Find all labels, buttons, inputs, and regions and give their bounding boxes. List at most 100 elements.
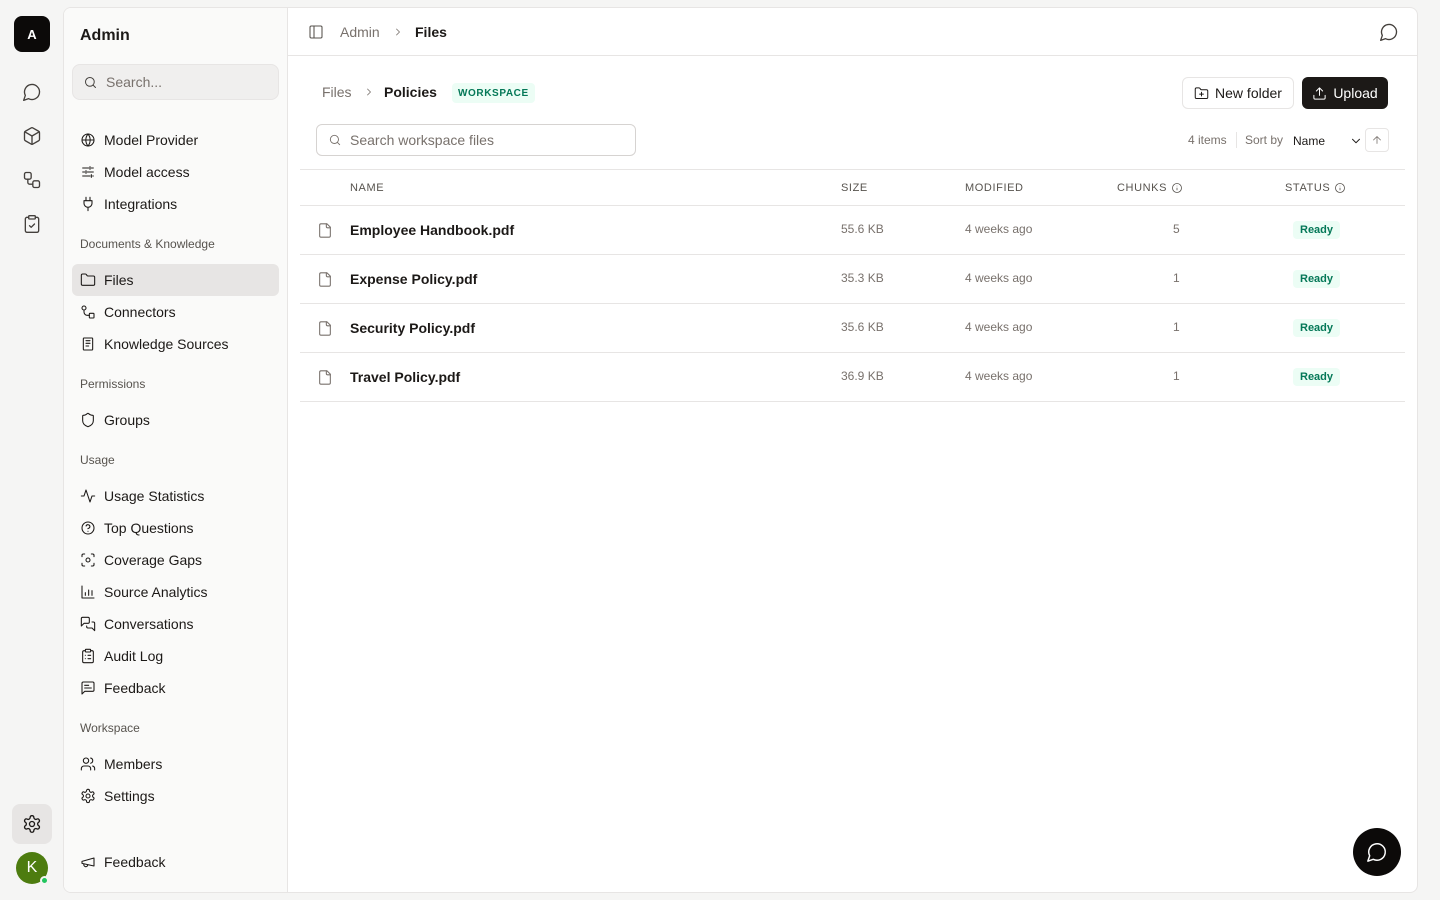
sidebar-item-top-questions[interactable]: Top Questions — [72, 512, 279, 544]
sidebar-item-groups[interactable]: Groups — [72, 404, 279, 436]
sidebar-item-label: Members — [104, 756, 163, 772]
settings-gear-icon[interactable] — [12, 804, 52, 844]
user-avatar[interactable]: K — [16, 852, 49, 885]
sort-direction-button[interactable] — [1365, 128, 1389, 152]
workflow-icon[interactable] — [12, 160, 52, 200]
info-icon[interactable] — [1334, 182, 1346, 194]
sidebar-item-model-provider[interactable]: Model Provider — [72, 124, 279, 156]
column-header-chunks[interactable]: CHUNKS — [1117, 182, 1183, 194]
sidebar-title: Admin — [80, 27, 130, 44]
table-row[interactable]: Security Policy.pdf 35.6 KB 4 weeks ago … — [300, 304, 1405, 353]
chat-icon[interactable] — [12, 72, 52, 112]
sidebar-item-label: Files — [104, 272, 134, 288]
workspace-search-input[interactable] — [350, 132, 620, 148]
sidebar-item-connectors[interactable]: Connectors — [72, 296, 279, 328]
file-name[interactable]: Security Policy.pdf — [350, 320, 475, 336]
chat-bubble-icon[interactable] — [1379, 22, 1399, 42]
message-square-text-icon — [81, 681, 95, 695]
scan-icon — [81, 553, 95, 567]
upload-icon — [1313, 86, 1326, 100]
sidebar-item-files[interactable]: Files — [72, 264, 279, 296]
file-name[interactable]: Travel Policy.pdf — [350, 369, 460, 385]
sliders-icon — [82, 166, 94, 178]
app-window: Admin Model Provider Model access Integr… — [63, 7, 1418, 893]
divider — [1236, 132, 1237, 148]
file-size: 35.3 KB — [841, 271, 884, 285]
workspace-badge: WORKSPACE — [452, 83, 535, 103]
sidebar-section-title: Documents & Knowledge — [80, 237, 215, 251]
file-icon — [319, 223, 331, 238]
sidebar-item-conversations[interactable]: Conversations — [72, 608, 279, 640]
status-badge: Ready — [1293, 221, 1341, 239]
sidebar-item-members[interactable]: Members — [72, 748, 279, 780]
file-modified: 4 weeks ago — [965, 320, 1033, 334]
table-row[interactable]: Employee Handbook.pdf 55.6 KB 4 weeks ag… — [300, 206, 1405, 255]
sidebar-item-label: Feedback — [104, 854, 166, 870]
main-content: Admin Files Files Policies WORKSPACE New… — [288, 8, 1417, 892]
folder-plus-icon — [1194, 86, 1209, 99]
info-icon[interactable] — [1171, 182, 1183, 194]
column-header-name[interactable]: NAME — [350, 182, 384, 194]
plug-icon — [83, 196, 93, 212]
sidebar-item-label: Usage Statistics — [104, 488, 205, 504]
chat-launcher-button[interactable] — [1353, 828, 1401, 876]
arrow-up-icon — [1373, 136, 1381, 144]
clipboard-check-icon[interactable] — [12, 204, 52, 244]
chevron-down-icon — [1352, 138, 1360, 144]
file-modified: 4 weeks ago — [965, 222, 1033, 236]
breadcrumb-admin[interactable]: Admin — [340, 24, 380, 40]
column-header-modified[interactable]: MODIFIED — [965, 182, 1024, 194]
sidebar-item-label: Knowledge Sources — [104, 336, 229, 352]
box-icon[interactable] — [12, 116, 52, 156]
table-header: NAME SIZE MODIFIED CHUNKS STATUS — [300, 170, 1405, 206]
sidebar-item-model-access[interactable]: Model access — [72, 156, 279, 188]
sidebar-item-usage-statistics[interactable]: Usage Statistics — [72, 480, 279, 512]
connectors-icon — [81, 305, 95, 319]
sidebar-section-title: Usage — [80, 453, 115, 467]
sidebar-section-title: Workspace — [80, 721, 140, 735]
sidebar-item-coverage-gaps[interactable]: Coverage Gaps — [72, 544, 279, 576]
shield-icon — [82, 412, 94, 428]
sidebar-item-label: Top Questions — [104, 520, 194, 536]
sidebar-item-feedback[interactable]: Feedback — [72, 672, 279, 704]
sidebar-item-settings[interactable]: Settings — [72, 780, 279, 812]
breadcrumb-files-root[interactable]: Files — [322, 84, 352, 100]
app-rail: A K — [0, 0, 64, 900]
book-icon — [82, 337, 94, 351]
chat-icon — [1367, 843, 1386, 862]
file-chunks: 5 — [1173, 222, 1180, 236]
sidebar-search-input[interactable] — [106, 74, 266, 90]
workspace-logo[interactable]: A — [14, 16, 50, 52]
upload-button[interactable]: Upload — [1302, 77, 1388, 109]
status-badge: Ready — [1293, 319, 1341, 337]
sidebar-footer-feedback[interactable]: Feedback — [72, 846, 279, 878]
sidebar-item-label: Settings — [104, 788, 155, 804]
sidebar-item-label: Groups — [104, 412, 150, 428]
column-header-status[interactable]: STATUS — [1285, 182, 1346, 194]
sidebar-item-audit-log[interactable]: Audit Log — [72, 640, 279, 672]
chevron-right-icon — [396, 28, 400, 36]
messages-icon — [80, 616, 96, 632]
new-folder-button[interactable]: New folder — [1182, 77, 1294, 109]
sidebar-item-label: Connectors — [104, 304, 176, 320]
sidebar-search[interactable] — [72, 64, 279, 100]
sidebar-item-knowledge-sources[interactable]: Knowledge Sources — [72, 328, 279, 360]
activity-icon — [80, 489, 96, 503]
table-row[interactable]: Expense Policy.pdf 35.3 KB 4 weeks ago 1… — [300, 255, 1405, 304]
table-row[interactable]: Travel Policy.pdf 36.9 KB 4 weeks ago 1 … — [300, 353, 1405, 402]
breadcrumb-files: Files — [415, 24, 447, 40]
file-icon — [319, 370, 331, 385]
sidebar-item-label: Model Provider — [104, 132, 199, 148]
sidebar-item-source-analytics[interactable]: Source Analytics — [72, 576, 279, 608]
sidebar-item-integrations[interactable]: Integrations — [72, 188, 279, 220]
search-icon — [329, 134, 341, 146]
sort-select[interactable]: Name — [1293, 132, 1363, 150]
file-modified: 4 weeks ago — [965, 369, 1033, 383]
workspace-search[interactable] — [316, 124, 636, 156]
file-size: 55.6 KB — [841, 222, 884, 236]
file-size: 36.9 KB — [841, 369, 884, 383]
sidebar-toggle-icon[interactable] — [308, 24, 324, 40]
file-name[interactable]: Expense Policy.pdf — [350, 271, 477, 287]
file-name[interactable]: Employee Handbook.pdf — [350, 222, 514, 238]
column-header-size[interactable]: SIZE — [841, 182, 868, 194]
